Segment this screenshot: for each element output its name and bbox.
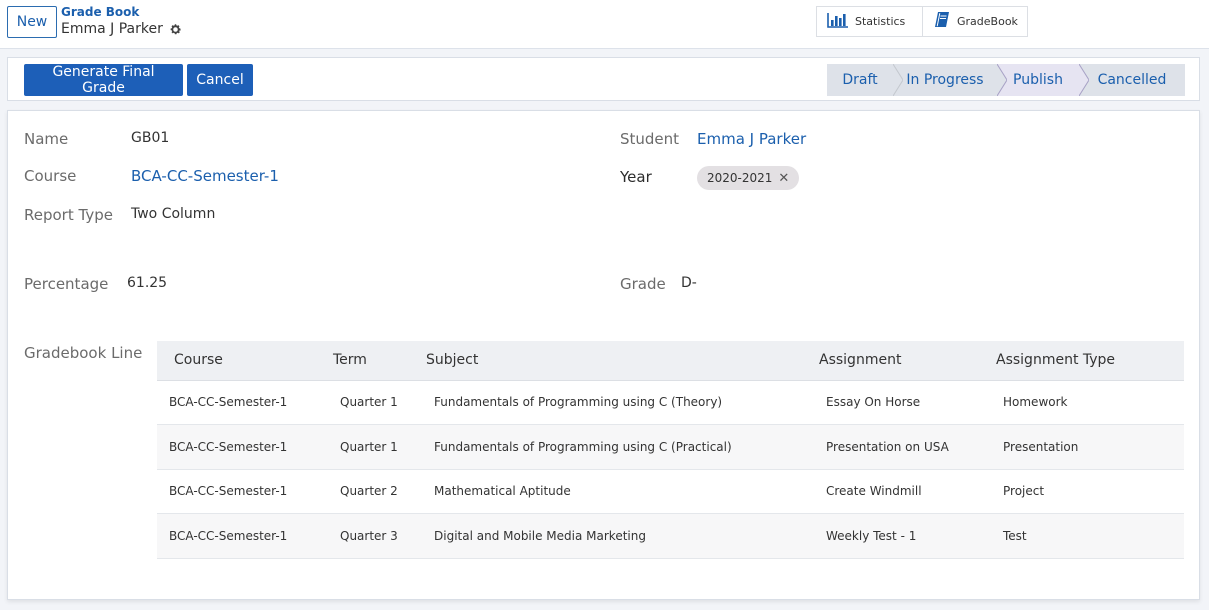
table-row[interactable]: BCA-CC-Semester-1 Quarter 3 Digital and … [157, 513, 1184, 559]
table-header-row: Course Term Subject Assignment Assignmen… [157, 341, 1184, 381]
book-icon [933, 11, 951, 32]
year-label: Year [620, 168, 652, 186]
cell-term: Quarter 2 [333, 469, 426, 514]
stage-cancelled-label: Cancelled [1097, 72, 1167, 88]
stage-arrow-icon [997, 64, 1007, 96]
course-link[interactable]: BCA-CC-Semester-1 [131, 167, 279, 185]
cell-subject: Fundamentals of Programming using C (Pra… [426, 424, 819, 470]
year-tag[interactable]: 2020-2021 ✕ [697, 166, 800, 190]
statistics-label: Statistics [855, 15, 906, 28]
student-label: Student [620, 130, 680, 148]
grade-value[interactable]: D- [681, 275, 697, 291]
cell-course: BCA-CC-Semester-1 [157, 380, 333, 425]
cell-subject: Mathematical Aptitude [426, 469, 819, 514]
student-link[interactable]: Emma J Parker [697, 130, 806, 148]
cell-assignment-type: Project [996, 469, 1184, 514]
year-tag-label: 2020-2021 [707, 171, 773, 185]
bar-chart-icon [827, 12, 849, 31]
stage-draft-label: Draft [842, 72, 878, 88]
cell-term: Quarter 1 [333, 380, 426, 425]
cell-assignment: Presentation on USA [819, 424, 996, 470]
gradebook-line-label: Gradebook Line [24, 344, 143, 362]
column-header-course[interactable]: Course [157, 341, 333, 381]
percentage-value[interactable]: 61.25 [127, 275, 167, 291]
column-header-assignment-type[interactable]: Assignment Type [996, 341, 1184, 381]
gradebook-label: GradeBook [957, 15, 1018, 28]
course-label: Course [24, 167, 77, 185]
statistics-button[interactable]: Statistics [816, 6, 923, 37]
cell-term: Quarter 3 [333, 513, 426, 559]
cell-subject: Fundamentals of Programming using C (The… [426, 380, 819, 425]
cell-assignment-type: Test [996, 513, 1184, 559]
new-button[interactable]: New [7, 6, 57, 38]
cell-term: Quarter 1 [333, 424, 426, 470]
stage-in-progress[interactable]: In Progress [893, 64, 997, 96]
cell-course: BCA-CC-Semester-1 [157, 513, 333, 559]
cell-assignment: Weekly Test - 1 [819, 513, 996, 559]
cell-assignment: Essay On Horse [819, 380, 996, 425]
column-header-term[interactable]: Term [333, 341, 426, 381]
name-label: Name [24, 130, 69, 148]
percentage-label: Percentage [24, 275, 109, 293]
gradebook-button[interactable]: GradeBook [923, 6, 1028, 37]
cell-assignment-type: Presentation [996, 424, 1184, 470]
breadcrumb-current: Emma J Parker [61, 21, 182, 37]
grade-label: Grade [620, 275, 666, 293]
stage-arrow-icon [1079, 64, 1089, 96]
breadcrumb-current-label: Emma J Parker [61, 21, 163, 37]
stage-publish[interactable]: Publish [997, 64, 1089, 96]
table-row[interactable]: BCA-CC-Semester-1 Quarter 2 Mathematical… [157, 469, 1184, 514]
report-type-value[interactable]: Two Column [131, 206, 215, 222]
close-icon[interactable]: ✕ [778, 171, 789, 186]
cell-assignment: Create Windmill [819, 469, 996, 514]
column-header-subject[interactable]: Subject [426, 341, 819, 381]
form-sheet: Name GB01 Course BCA-CC-Semester-1 Repor… [7, 110, 1200, 600]
stage-cancelled[interactable]: Cancelled [1079, 64, 1185, 96]
cell-course: BCA-CC-Semester-1 [157, 424, 333, 470]
gear-icon[interactable] [169, 23, 182, 36]
stage-in-progress-label: In Progress [906, 72, 984, 88]
generate-final-grade-button[interactable]: Generate Final Grade [24, 64, 183, 96]
table-row[interactable]: BCA-CC-Semester-1 Quarter 1 Fundamentals… [157, 424, 1184, 470]
table-row[interactable]: BCA-CC-Semester-1 Quarter 1 Fundamentals… [157, 380, 1184, 425]
report-type-label: Report Type [24, 206, 113, 224]
control-panel: New Grade Book Emma J Parker Statistics … [0, 0, 1209, 49]
stage-arrow-icon [893, 64, 903, 96]
breadcrumb-parent[interactable]: Grade Book [61, 5, 139, 19]
name-value[interactable]: GB01 [131, 130, 169, 146]
cell-course: BCA-CC-Semester-1 [157, 469, 333, 514]
cell-assignment-type: Homework [996, 380, 1184, 425]
cell-subject: Digital and Mobile Media Marketing [426, 513, 819, 559]
stage-statusbar: Draft In Progress Publish Cancelled [827, 64, 1185, 96]
stage-publish-label: Publish [1013, 72, 1063, 88]
smart-buttons: Statistics GradeBook [816, 6, 1028, 37]
cancel-button[interactable]: Cancel [187, 64, 253, 96]
column-header-assignment[interactable]: Assignment [819, 341, 996, 381]
stage-draft[interactable]: Draft [827, 64, 903, 96]
form-statusbar: Generate Final Grade Cancel Draft In Pro… [7, 57, 1200, 101]
gradebook-line-table: Course Term Subject Assignment Assignmen… [157, 341, 1184, 559]
